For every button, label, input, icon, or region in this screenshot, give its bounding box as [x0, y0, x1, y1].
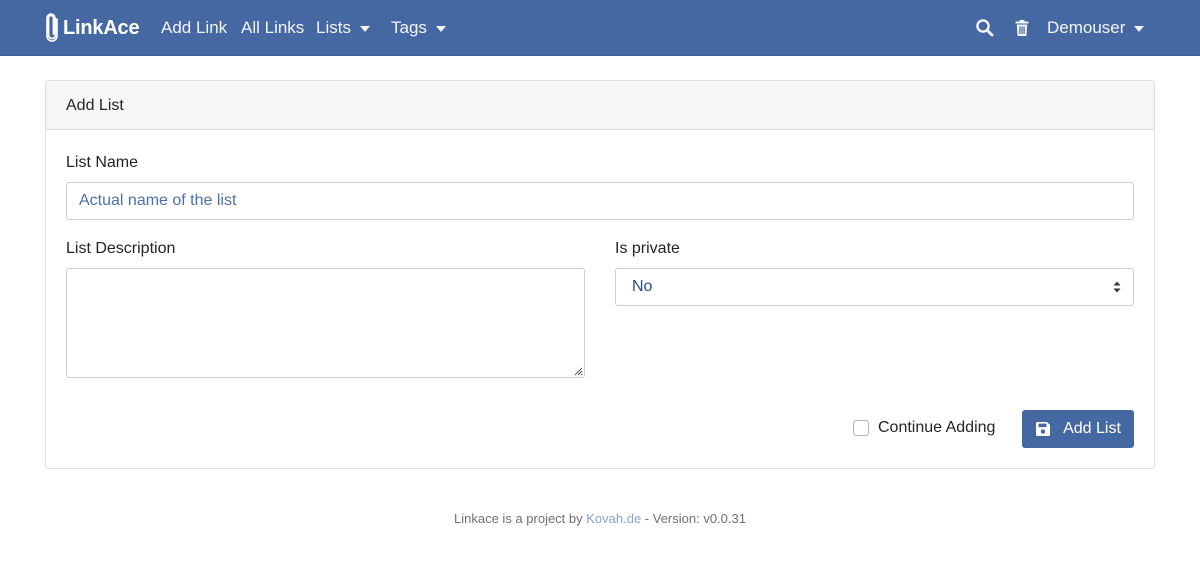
continue-adding-toggle[interactable]: Continue Adding	[853, 419, 995, 437]
search-icon[interactable]	[975, 18, 995, 38]
user-name: Demouser	[1047, 18, 1126, 37]
nav-lists-label: Lists	[316, 18, 351, 37]
chevron-down-icon	[359, 25, 370, 32]
user-menu[interactable]: Demouser	[1047, 16, 1145, 40]
list-name-input[interactable]	[66, 182, 1134, 220]
footer-author-link[interactable]: Kovah.de	[586, 511, 641, 526]
brand-logo[interactable]: LinkAce	[45, 12, 140, 44]
nav-add-link[interactable]: Add Link	[161, 16, 227, 40]
list-description-label: List Description	[66, 240, 176, 257]
footer-version: - Version: v0.0.31	[641, 511, 746, 526]
add-list-button[interactable]: Add List	[1022, 410, 1134, 448]
select-arrows-icon	[1113, 281, 1121, 293]
nav-lists-dropdown[interactable]: Lists	[316, 16, 370, 40]
footer-prefix: Linkace is a project by	[454, 511, 587, 526]
list-description-textarea[interactable]	[66, 268, 585, 378]
nav-all-links[interactable]: All Links	[241, 16, 304, 40]
continue-adding-checkbox[interactable]	[853, 420, 869, 436]
nav-add-link-label: Add Link	[161, 18, 228, 37]
add-list-card: Add List List Name List Description Is p…	[45, 80, 1155, 469]
navbar: LinkAce Add Link All Links Lists Tags De…	[0, 0, 1200, 56]
brand-name: LinkAce	[63, 16, 140, 39]
trash-icon[interactable]	[1012, 18, 1032, 38]
is-private-selected-value: No	[632, 278, 653, 295]
nav-tags-dropdown[interactable]: Tags	[391, 16, 446, 40]
footer: Linkace is a project by Kovah.de - Versi…	[0, 510, 1200, 528]
nav-tags-label: Tags	[391, 18, 427, 37]
chevron-down-icon	[435, 25, 446, 32]
is-private-label: Is private	[615, 240, 680, 257]
list-description-wrapper	[66, 268, 585, 378]
list-name-label: List Name	[66, 154, 139, 171]
chevron-down-icon	[1134, 25, 1145, 32]
nav-all-links-label: All Links	[241, 18, 305, 37]
is-private-select[interactable]: No	[615, 268, 1134, 306]
paperclip-icon	[46, 13, 58, 42]
save-icon	[1036, 422, 1051, 436]
card-title: Add List	[46, 81, 1154, 130]
continue-adding-label: Continue Adding	[878, 419, 996, 436]
resize-handle-icon[interactable]	[573, 366, 583, 376]
add-list-button-label: Add List	[1063, 420, 1121, 437]
